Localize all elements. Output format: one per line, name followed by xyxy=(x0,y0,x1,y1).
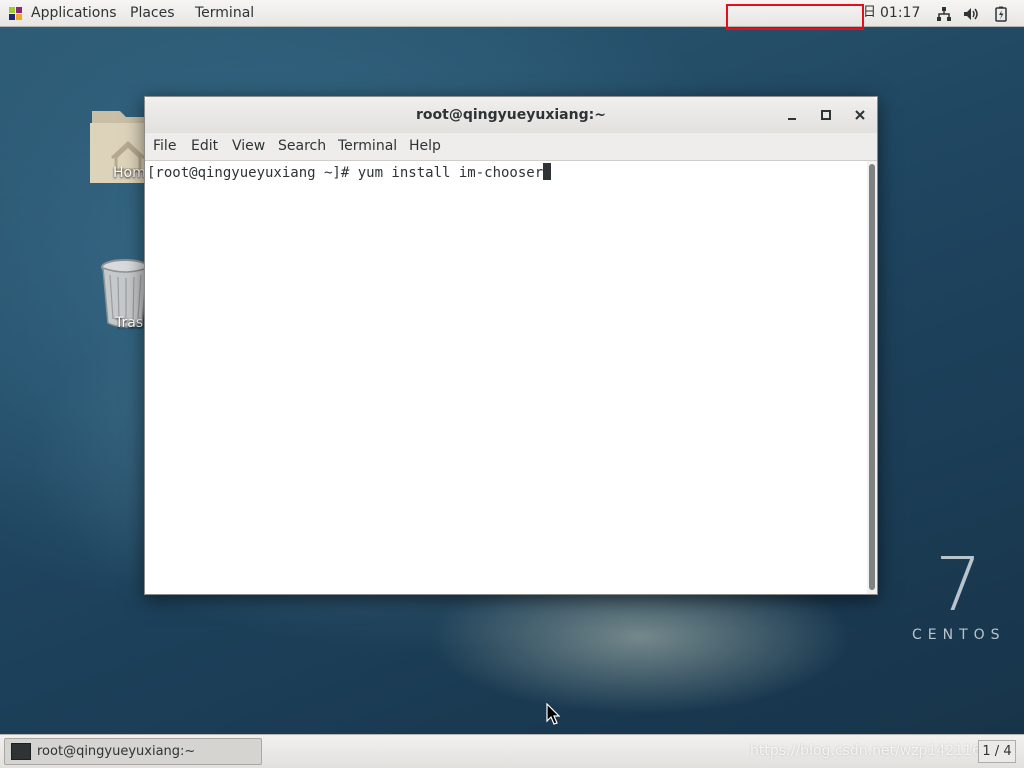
centos-wordmark: CENTOS xyxy=(912,627,1006,643)
mouse-pointer-icon xyxy=(546,703,560,725)
home-folder-label: Hom xyxy=(113,165,146,181)
input-method-indicator[interactable]: 日 xyxy=(863,0,876,26)
menu-edit[interactable]: Edit xyxy=(191,133,218,160)
terminal-titlebar[interactable]: root@qingyueyuxiang:~ xyxy=(145,97,877,134)
centos-logo-icon[interactable] xyxy=(8,6,23,21)
network-icon[interactable] xyxy=(936,6,952,22)
menu-terminal[interactable]: Terminal xyxy=(338,133,397,160)
minimize-icon[interactable] xyxy=(783,106,801,124)
top-panel: Applications Places Terminal 日 01:17 xyxy=(0,0,1024,30)
watermark-text: https://blog.csdn.net/wzp1421160 xyxy=(750,743,990,759)
centos-version-watermark: 7 xyxy=(935,542,983,628)
terminal-scrollbar[interactable] xyxy=(867,161,877,594)
bottom-panel: root@qingyueyuxiang:~ https://blog.csdn.… xyxy=(0,734,1024,768)
command-text: [root@qingyueyuxiang ~]# yum install im-… xyxy=(147,165,544,181)
places-menu[interactable]: Places xyxy=(130,0,175,26)
menu-file[interactable]: File xyxy=(153,133,176,160)
applications-menu[interactable]: Applications xyxy=(31,0,117,26)
workspace-switcher[interactable]: 1 / 4 xyxy=(978,740,1016,763)
volume-icon[interactable] xyxy=(963,6,979,22)
terminal-output-area[interactable]: [root@qingyueyuxiang ~]# yum install im-… xyxy=(145,161,867,594)
terminal-window[interactable]: root@qingyueyuxiang:~ File Edit View Sea… xyxy=(144,96,878,595)
terminal-menubar: File Edit View Search Terminal Help xyxy=(145,133,877,161)
maximize-icon[interactable] xyxy=(817,106,835,124)
terminal-app-menu[interactable]: Terminal xyxy=(195,0,254,26)
battery-icon[interactable] xyxy=(993,6,1009,22)
window-title: root@qingyueyuxiang:~ xyxy=(416,107,606,123)
taskbar-item-label: root@qingyueyuxiang:~ xyxy=(37,744,196,759)
close-icon[interactable] xyxy=(851,106,869,124)
terminal-command-line: [root@qingyueyuxiang ~]# yum install im-… xyxy=(147,163,552,182)
taskbar-item-terminal[interactable]: root@qingyueyuxiang:~ xyxy=(4,738,262,765)
menu-search[interactable]: Search xyxy=(278,133,326,160)
menu-view[interactable]: View xyxy=(232,133,265,160)
scrollbar-thumb[interactable] xyxy=(869,164,875,590)
trash-label: Trasl xyxy=(115,315,148,331)
clock[interactable]: 01:17 xyxy=(880,0,920,26)
terminal-icon xyxy=(11,743,31,760)
text-cursor xyxy=(543,163,552,180)
menu-help[interactable]: Help xyxy=(409,133,441,160)
highlight-annotation-box xyxy=(726,4,864,30)
